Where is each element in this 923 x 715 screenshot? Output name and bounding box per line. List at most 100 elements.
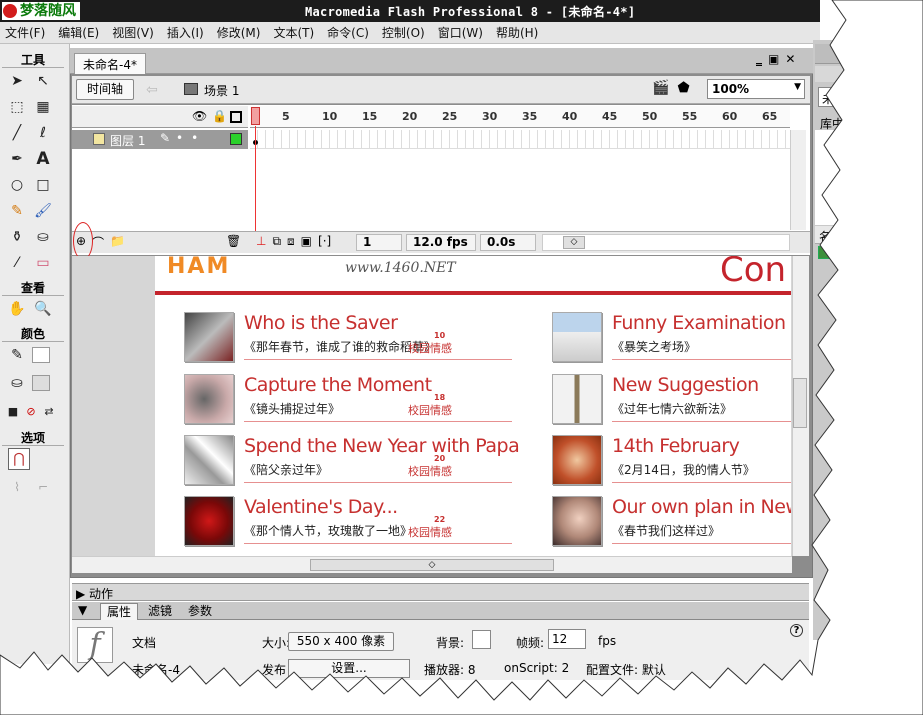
zoom-select[interactable]: 100% ▼ [707, 79, 805, 99]
eye-icon[interactable]: 👁 [192, 109, 207, 123]
current-frame: 1 [356, 234, 402, 251]
free-transform-tool-icon[interactable]: ⬚ [6, 96, 28, 118]
menu-text[interactable]: 文本(T) [268, 24, 322, 41]
add-motion-guide-icon[interactable]: ⌒ [92, 234, 104, 251]
actions-panel-header[interactable]: ▶ 动作 [72, 583, 809, 601]
ink-bottle-tool-icon[interactable]: ⚱ [6, 226, 28, 248]
stage-horizontal-thumb[interactable]: ◇ [310, 559, 554, 571]
tab-filters[interactable]: 滤镜 [142, 603, 178, 620]
library-document-select[interactable]: 未命名 [818, 87, 858, 107]
background-color-swatch[interactable] [472, 630, 491, 649]
article-entry[interactable]: Who is the Saver 《那年春节，谁成了谁的救命稻草》 10 校园情… [184, 312, 512, 370]
help-icon[interactable]: ? [790, 624, 803, 637]
pen-tool-icon[interactable]: ✒ [6, 148, 28, 170]
frame-rate-label: 帧频: [516, 636, 545, 650]
article-rule [244, 543, 512, 544]
playhead[interactable] [251, 107, 260, 125]
layer-visibility-dots[interactable]: •• [176, 131, 206, 145]
brush-tool-icon[interactable]: 🖌 [32, 200, 54, 222]
frame-rate-input[interactable]: 12 [548, 629, 586, 649]
stage-vertical-thumb[interactable] [793, 378, 807, 428]
back-arrow-icon[interactable]: ⇦ [146, 82, 158, 98]
restore-icon[interactable]: ▣ [768, 52, 779, 66]
library-name-column[interactable]: 名称 [815, 226, 923, 244]
actions-panel-label: 动作 [89, 587, 114, 601]
timeline-toggle-button[interactable]: 时间轴 [76, 79, 134, 100]
article-entry[interactable]: Valentine's Day... 《那个情人节，玫瑰散了一地》 22 校园情… [184, 496, 512, 554]
onion-skin-icon[interactable]: ⧉ [272, 234, 281, 249]
subselection-tool-icon[interactable]: ↖ [32, 70, 54, 92]
text-tool-icon[interactable]: A [32, 148, 54, 170]
layer-row[interactable]: 图层 1 ✎ •• [72, 130, 248, 149]
article-entry[interactable]: Spend the New Year with Papa 《陪父亲过年》 20 … [184, 435, 520, 493]
frame-row[interactable] [250, 130, 790, 149]
menu-view[interactable]: 视图(V) [107, 24, 162, 41]
stroke-color-swatch[interactable] [32, 347, 50, 363]
edit-scene-icon[interactable]: 🎬 [652, 80, 669, 96]
eyedropper-tool-icon[interactable]: ⁄ [6, 252, 28, 274]
header-divider [155, 291, 791, 295]
article-entry[interactable]: Capture the Moment 《镜头捕捉过年》 18 校园情感 [184, 374, 512, 432]
timeline-vertical-scrollbar[interactable] [790, 130, 806, 230]
straighten-icon[interactable]: ⌐ [32, 476, 54, 498]
rectangle-tool-icon[interactable]: □ [32, 174, 54, 196]
publish-settings-button[interactable]: 设置... [288, 659, 410, 678]
zoom-tool-icon[interactable]: 🔍 [32, 298, 54, 320]
smooth-icon[interactable]: ⌇ [6, 476, 28, 498]
menu-window[interactable]: 窗口(W) [433, 24, 491, 41]
insert-folder-icon[interactable]: 📁 [110, 234, 125, 251]
stroke-color-icon[interactable]: ✎ [6, 344, 28, 366]
document-size-button[interactable]: 550 x 400 像素 [288, 632, 394, 651]
pencil-tool-icon[interactable]: ✎ [6, 200, 28, 222]
modify-markers-icon[interactable]: [·] [318, 234, 331, 249]
collapse-arrow-icon[interactable]: ▼ [78, 603, 87, 617]
article-title: Funny Examination Room [612, 312, 791, 334]
chevron-down-icon: ▼ [794, 82, 801, 92]
selection-tool-icon[interactable]: ➤ [6, 70, 28, 92]
menu-edit[interactable]: 编辑(E) [53, 24, 107, 41]
line-tool-icon[interactable]: ╱ [6, 122, 28, 144]
onion-outline-icon[interactable]: ⧈ [287, 234, 295, 249]
edit-symbols-icon[interactable]: ⬟ [677, 80, 689, 96]
article-entry[interactable]: Funny Examination Room 《暴笑之考场》 [552, 312, 791, 370]
menu-help[interactable]: 帮助(H) [491, 24, 546, 41]
fill-color-swatch[interactable] [32, 375, 50, 391]
lock-icon[interactable]: 🔒 [212, 109, 227, 123]
close-icon[interactable]: ✕ [785, 52, 795, 66]
minimize-icon[interactable]: ‗ [756, 52, 762, 66]
menu-commands[interactable]: 命令(C) [322, 24, 377, 41]
paint-bucket-tool-icon[interactable]: ⛀ [32, 226, 54, 248]
oval-tool-icon[interactable]: ○ [6, 174, 28, 196]
tab-parameters[interactable]: 参数 [182, 603, 218, 620]
frame-number: 10 [322, 110, 338, 123]
swap-colors-icon[interactable]: ⇄ [38, 400, 60, 422]
tab-properties[interactable]: 属性 [100, 603, 139, 620]
gradient-transform-tool-icon[interactable]: ▦ [32, 96, 54, 118]
menu-file[interactable]: 文件(F) [0, 24, 53, 41]
document-tab[interactable]: 未命名-4* [74, 53, 146, 74]
frame-rate: 12.0 fps [406, 234, 476, 251]
library-item[interactable]: 8.JPG [818, 245, 869, 259]
center-frame-icon[interactable]: ⊥ [256, 234, 266, 249]
menu-control[interactable]: 控制(O) [377, 24, 433, 41]
delete-layer-icon[interactable]: 🗑 [226, 234, 241, 248]
menu-modify[interactable]: 修改(M) [212, 24, 269, 41]
fill-color-icon[interactable]: ⛀ [6, 372, 28, 394]
eraser-tool-icon[interactable]: ▭ [32, 252, 54, 274]
timeline-horizontal-scrollbar[interactable]: ◇ [542, 234, 790, 251]
article-entry[interactable]: New Suggestion 《过年七情六欲新法》 [552, 374, 791, 432]
article-rule [612, 543, 791, 544]
scene-breadcrumb[interactable]: 场景 1 [204, 82, 239, 99]
outline-icon[interactable] [230, 111, 242, 123]
stage-canvas[interactable]: HAM www.1460.NET Con Who is the Saver 《那… [155, 256, 791, 556]
edit-multiple-frames-icon[interactable]: ▣ [301, 234, 312, 249]
snap-magnet-icon[interactable]: ⋂ [8, 448, 30, 470]
menu-insert[interactable]: 插入(I) [162, 24, 212, 41]
layer-outline-color[interactable] [230, 133, 242, 145]
article-entry[interactable]: Our own plan in New Ye 《春节我们这样过》 [552, 496, 791, 554]
scroll-thumb[interactable]: ◇ [563, 236, 585, 249]
lasso-tool-icon[interactable]: ℓ [32, 122, 54, 144]
hand-tool-icon[interactable]: ✋ [6, 298, 28, 320]
article-entry[interactable]: 14th February 《2月14日，我的情人节》 [552, 435, 791, 493]
frame-ruler[interactable]: 1 5 10 15 20 25 30 35 40 45 50 55 60 65 [250, 106, 790, 128]
